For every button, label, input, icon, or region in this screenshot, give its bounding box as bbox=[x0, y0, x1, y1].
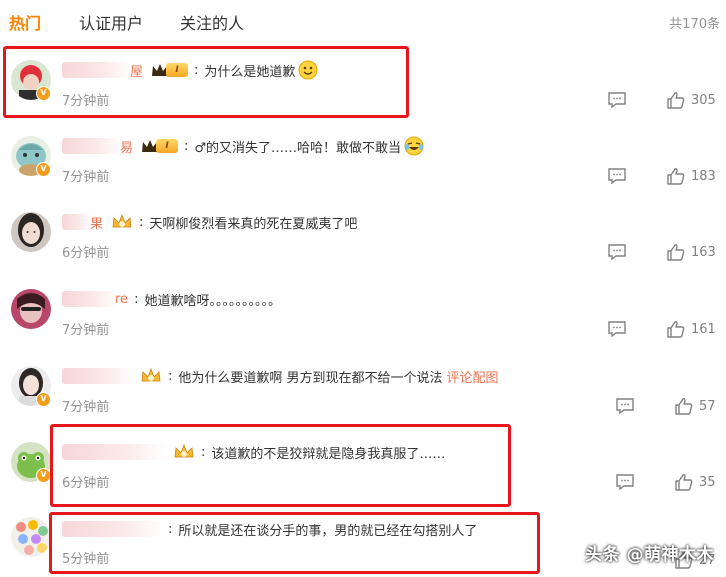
username-tail[interactable]: 果 bbox=[90, 213, 103, 232]
laugh-cry-emoji-icon bbox=[404, 136, 424, 156]
comment-item: V : 他为什么要道歉啊 男方到现在都不给一个说法 评论配图 7分钟前 57 bbox=[0, 352, 726, 428]
vip-crown-icon bbox=[111, 213, 133, 231]
username-tail[interactable]: re bbox=[115, 292, 128, 307]
like-count: 183 bbox=[691, 168, 716, 184]
reply-icon bbox=[616, 398, 634, 414]
tab-verified-users[interactable]: 认证用户 bbox=[79, 10, 143, 34]
comment-item: V 易 I : ♂的又消失了……哈哈！敢做不敢当 7分钟前 183 bbox=[0, 122, 726, 198]
verified-icon: V bbox=[36, 162, 51, 177]
like-button[interactable]: 57 bbox=[675, 396, 716, 416]
thumbs-up-icon bbox=[667, 168, 685, 185]
tab-hot[interactable]: 热门 bbox=[9, 10, 41, 34]
avatar[interactable] bbox=[11, 517, 51, 557]
comment-item: 果 : 天啊柳俊烈看来真的死在夏威夷了吧 6分钟前 163 bbox=[0, 198, 726, 274]
reply-button[interactable] bbox=[616, 396, 634, 416]
reply-button[interactable] bbox=[608, 166, 626, 186]
thumbs-up-icon bbox=[667, 321, 685, 338]
verified-icon: V bbox=[36, 392, 51, 407]
username-blurred[interactable] bbox=[62, 291, 117, 307]
thumbs-up-icon bbox=[667, 92, 685, 109]
member-crown-icon: I bbox=[141, 139, 179, 153]
reply-icon bbox=[608, 321, 626, 337]
reply-icon bbox=[608, 244, 626, 260]
highlight-box bbox=[50, 424, 511, 507]
like-button[interactable]: 305 bbox=[667, 90, 716, 110]
reply-icon bbox=[608, 168, 626, 184]
highlight-box bbox=[49, 512, 540, 574]
comment-text: 她道歉啥呀。。。。。。。。。。 bbox=[144, 293, 281, 309]
like-count: 163 bbox=[691, 244, 716, 260]
reply-icon bbox=[608, 92, 626, 108]
comment-time: 6分钟前 bbox=[62, 246, 110, 261]
highlight-box bbox=[3, 46, 409, 118]
like-count: 35 bbox=[699, 474, 716, 490]
thumbs-up-icon bbox=[667, 244, 685, 261]
tab-following[interactable]: 关注的人 bbox=[180, 10, 244, 34]
watermark: 头条 @萌神木木 bbox=[585, 545, 714, 565]
vip-crown-icon bbox=[140, 367, 162, 385]
thumbs-up-icon bbox=[675, 474, 693, 491]
reply-button[interactable] bbox=[608, 319, 626, 339]
comment-text: ♂的又消失了……哈哈！敢做不敢当 bbox=[194, 140, 402, 156]
like-button[interactable]: 161 bbox=[667, 319, 716, 339]
avatar[interactable] bbox=[11, 289, 51, 329]
like-button[interactable]: 35 bbox=[675, 472, 716, 492]
username-blurred[interactable] bbox=[62, 368, 134, 384]
like-button[interactable]: 183 bbox=[667, 166, 716, 186]
comment-time: 7分钟前 bbox=[62, 170, 110, 185]
username-tail[interactable]: 易 bbox=[120, 137, 133, 156]
like-button[interactable]: 163 bbox=[667, 242, 716, 262]
comment-tabs: 热门 认证用户 关注的人 共170条 bbox=[0, 0, 726, 42]
comment-text: 他为什么要道歉啊 男方到现在都不给一个说法 bbox=[178, 370, 443, 386]
avatar[interactable] bbox=[11, 212, 51, 252]
level-badge: I bbox=[156, 139, 179, 153]
verified-icon: V bbox=[36, 468, 51, 483]
comment-time: 7分钟前 bbox=[62, 400, 110, 415]
reply-button[interactable] bbox=[608, 90, 626, 110]
reply-icon bbox=[616, 474, 634, 490]
like-count: 305 bbox=[691, 92, 716, 108]
comment-image-link[interactable]: 评论配图 bbox=[447, 367, 499, 386]
comment-text: 天啊柳俊烈看来真的死在夏威夷了吧 bbox=[149, 216, 358, 232]
comment-time: 7分钟前 bbox=[62, 323, 110, 338]
username-blurred[interactable] bbox=[62, 214, 92, 230]
like-count: 161 bbox=[691, 321, 716, 337]
reply-button[interactable] bbox=[608, 242, 626, 262]
comment-count: 共170条 bbox=[669, 17, 720, 32]
username-blurred[interactable] bbox=[62, 138, 122, 154]
like-count: 57 bbox=[699, 398, 716, 414]
comment-item: re : 她道歉啥呀。。。。。。。。。。 7分钟前 161 bbox=[0, 275, 726, 351]
reply-button[interactable] bbox=[616, 472, 634, 492]
thumbs-up-icon bbox=[675, 398, 693, 415]
